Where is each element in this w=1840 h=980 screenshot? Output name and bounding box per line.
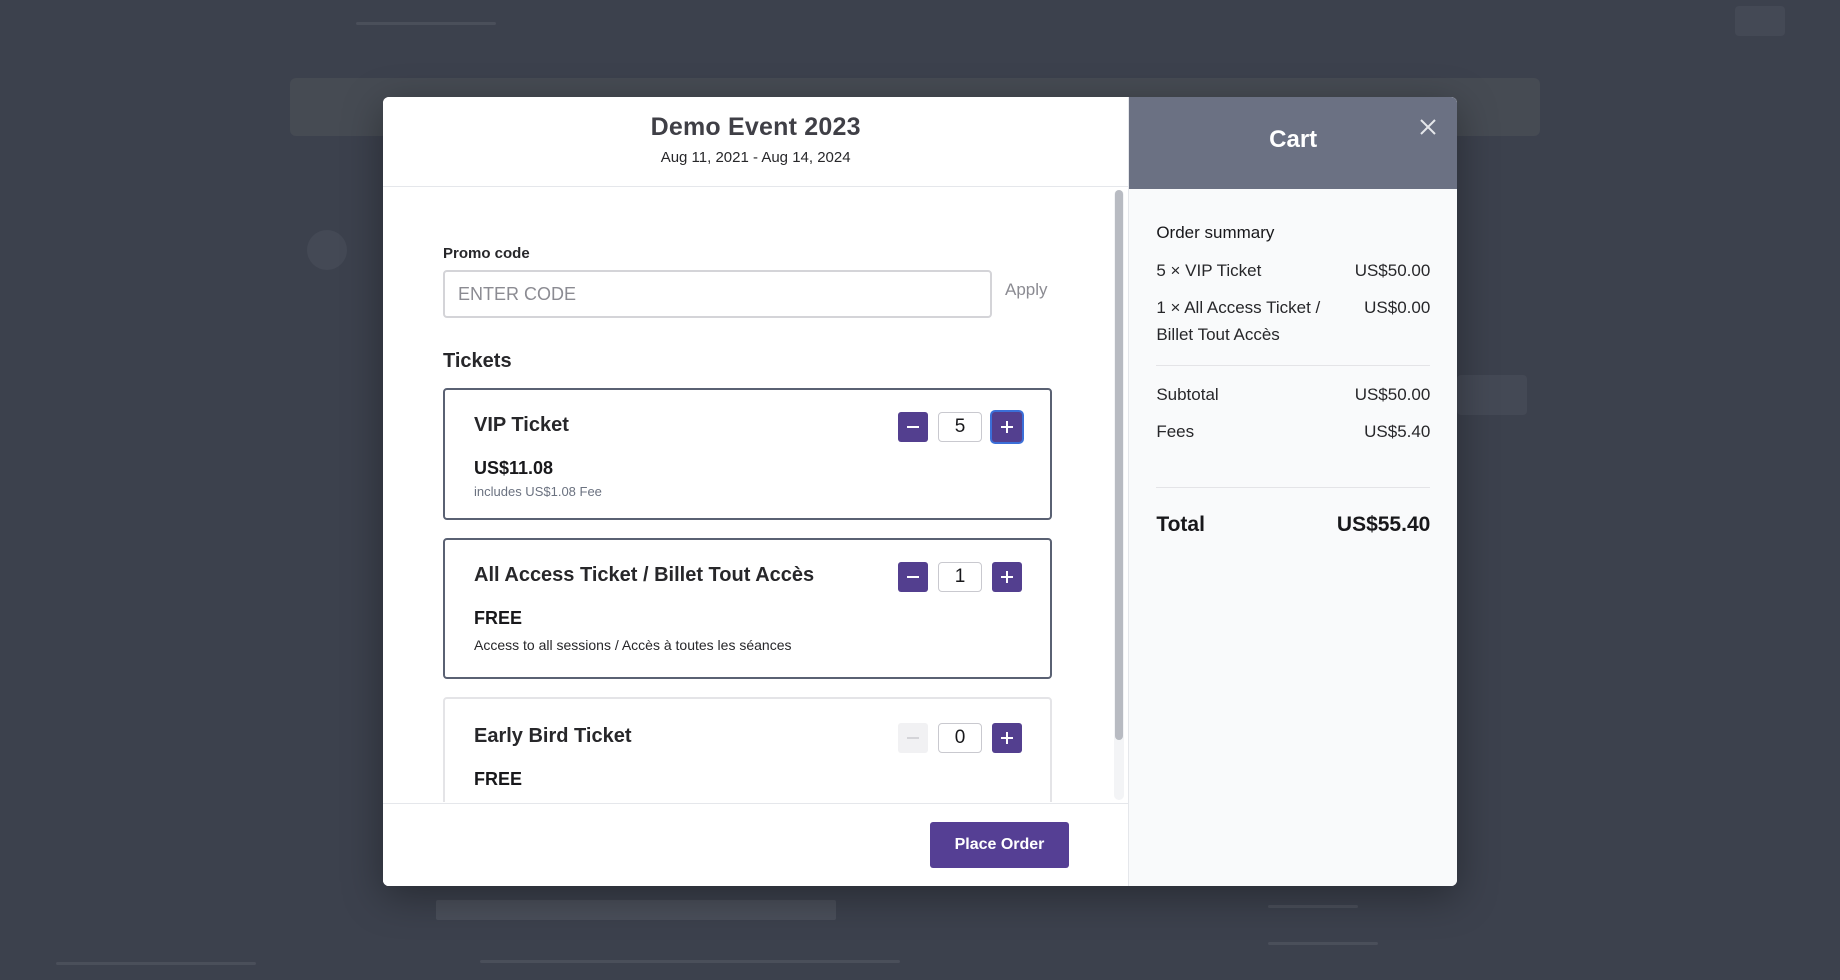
background-text xyxy=(56,962,256,965)
line-item-label: 1 × All Access Ticket / Billet Tout Accè… xyxy=(1156,298,1321,344)
ticket-name: All Access Ticket / Billet Tout Accès xyxy=(474,564,815,586)
ticket-price: US$11.08 xyxy=(474,458,554,478)
summary-divider xyxy=(1156,365,1431,366)
ticket-name: Early Bird Ticket xyxy=(474,725,632,747)
quantity-input[interactable] xyxy=(938,562,982,592)
background-text xyxy=(356,22,496,25)
order-footer: Place Order xyxy=(383,803,1129,886)
background-text xyxy=(1268,905,1358,908)
plus-icon xyxy=(1001,421,1013,433)
line-item-amount: US$0.00 xyxy=(1364,298,1431,317)
ticket-name: VIP Ticket xyxy=(474,414,569,436)
ticket-price: FREE xyxy=(474,608,523,628)
close-icon xyxy=(1420,119,1436,135)
ticket-card-vip: VIP Ticket US$11.08 includes US$1.08 Fee xyxy=(443,388,1052,520)
checkout-modal: Demo Event 2023 Aug 11, 2021 - Aug 14, 2… xyxy=(383,97,1457,886)
tickets-pane: Demo Event 2023 Aug 11, 2021 - Aug 14, 2… xyxy=(383,97,1129,886)
order-summary-title: Order summary xyxy=(1156,223,1275,242)
decrease-quantity-button[interactable] xyxy=(898,723,928,753)
summary-divider xyxy=(1156,487,1431,488)
total-row: Total US$55.40 xyxy=(1156,513,1430,537)
plus-icon xyxy=(1001,732,1013,744)
cart-header: Cart xyxy=(1129,97,1457,189)
tickets-scroll-area[interactable]: Promo code Apply Tickets VIP Ticket xyxy=(383,188,1129,802)
ticket-card-early-bird: Early Bird Ticket FREE xyxy=(443,697,1052,802)
minus-icon xyxy=(907,426,919,428)
background-text xyxy=(1268,942,1378,945)
cart-line-item: 1 × All Access Ticket / Billet Tout Accè… xyxy=(1156,294,1430,348)
ticket-fee-note: includes US$1.08 Fee xyxy=(474,484,602,499)
close-button[interactable] xyxy=(1415,114,1441,140)
total-label: Total xyxy=(1156,513,1205,536)
quantity-stepper xyxy=(898,723,1022,753)
minus-icon xyxy=(907,576,919,578)
background-avatar xyxy=(307,230,347,270)
background-button xyxy=(1457,375,1527,415)
fees-row: Fees US$5.40 xyxy=(1156,418,1430,445)
quantity-stepper xyxy=(898,562,1022,592)
line-item-amount: US$50.00 xyxy=(1354,261,1431,280)
promo-code-input[interactable] xyxy=(443,270,992,318)
promo-code-label: Promo code xyxy=(443,245,530,262)
background-text xyxy=(436,900,836,920)
total-amount: US$55.40 xyxy=(1336,513,1431,536)
fees-amount: US$5.40 xyxy=(1364,422,1431,441)
fees-label: Fees xyxy=(1156,422,1195,441)
line-item-label: 5 × VIP Ticket xyxy=(1156,261,1262,280)
minus-icon xyxy=(907,737,919,739)
cart-line-item: 5 × VIP Ticket US$50.00 xyxy=(1156,257,1430,284)
ticket-card-all-access: All Access Ticket / Billet Tout Accès FR… xyxy=(443,538,1052,679)
quantity-input[interactable] xyxy=(938,412,982,442)
plus-icon xyxy=(1001,571,1013,583)
ticket-description: Access to all sessions / Accès à toutes … xyxy=(474,637,792,653)
scrollbar[interactable] xyxy=(1114,190,1125,800)
cart-pane: Cart Order summary 5 × VIP Ticket US$50.… xyxy=(1128,97,1457,886)
subtotal-row: Subtotal US$50.00 xyxy=(1156,381,1430,408)
apply-promo-button[interactable]: Apply xyxy=(1005,280,1048,300)
event-title: Demo Event 2023 xyxy=(650,113,861,141)
quantity-stepper xyxy=(898,412,1022,442)
event-dates: Aug 11, 2021 - Aug 14, 2024 xyxy=(660,149,851,166)
increase-quantity-button[interactable] xyxy=(992,412,1022,442)
cart-title: Cart xyxy=(1269,126,1318,153)
background-text xyxy=(480,960,900,963)
decrease-quantity-button[interactable] xyxy=(898,412,928,442)
increase-quantity-button[interactable] xyxy=(992,562,1022,592)
subtotal-amount: US$50.00 xyxy=(1354,385,1431,404)
scrollbar-thumb[interactable] xyxy=(1115,190,1124,740)
tickets-heading: Tickets xyxy=(443,350,512,372)
ticket-price: FREE xyxy=(474,769,523,789)
subtotal-label: Subtotal xyxy=(1156,385,1219,404)
place-order-button[interactable]: Place Order xyxy=(930,822,1069,868)
decrease-quantity-button[interactable] xyxy=(898,562,928,592)
event-header: Demo Event 2023 Aug 11, 2021 - Aug 14, 2… xyxy=(383,97,1129,187)
background-topbar-item xyxy=(1735,6,1785,36)
increase-quantity-button[interactable] xyxy=(992,723,1022,753)
quantity-input[interactable] xyxy=(938,723,982,753)
